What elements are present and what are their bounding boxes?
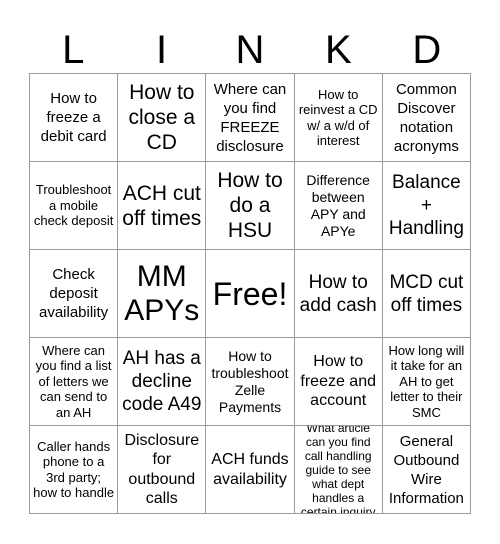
cell-text: MM APYs <box>124 259 200 327</box>
cell-text: Common Discover notation acronyms <box>393 80 459 155</box>
cell-text: AH has a decline code A49 <box>122 348 202 415</box>
bingo-cell[interactable]: How long will it take for an AH to get l… <box>382 338 471 426</box>
bingo-cell[interactable]: How to close a CD <box>118 74 207 162</box>
header-letter-n: N <box>235 28 265 72</box>
bingo-cell[interactable]: How to reinvest a CD w/ a w/d of interes… <box>294 74 383 162</box>
header-letter-l: L <box>62 28 85 72</box>
cell-text: Difference between APY and APYe <box>306 171 370 239</box>
cell-text: How to troubleshoot Zelle Payments <box>211 347 289 415</box>
bingo-cell[interactable]: How to troubleshoot Zelle Payments <box>206 338 295 426</box>
cell-text: What article can you find call handling … <box>300 426 376 514</box>
bingo-cell[interactable]: MM APYs <box>118 250 207 338</box>
cell-text: How to add cash <box>299 271 377 316</box>
bingo-board: How to freeze a debit card How to close … <box>29 73 471 514</box>
free-space-label: Free! <box>212 275 288 312</box>
bingo-cell[interactable]: Caller hands phone to a 3rd party; how t… <box>30 426 119 514</box>
cell-text: How long will it take for an AH to get l… <box>388 342 465 420</box>
bingo-cell[interactable]: Where can you find a list of letters we … <box>30 338 119 426</box>
header-letter-i: I <box>156 28 168 72</box>
cell-text: Disclosure for outbound calls <box>124 431 200 508</box>
cell-text: How to close a CD <box>128 81 196 154</box>
cell-text: How to freeze a debit card <box>40 90 107 145</box>
cell-text: Where can you find a list of letters we … <box>35 342 112 420</box>
bingo-cell[interactable]: MCD cut off times <box>382 250 471 338</box>
bingo-cell[interactable]: How to freeze a debit card <box>30 74 119 162</box>
cell-text: How to do a HSU <box>217 169 283 242</box>
cell-text: MCD cut off times <box>389 271 464 316</box>
bingo-cell[interactable]: General Outbound Wire Information <box>382 426 471 514</box>
bingo-cell[interactable]: ACH funds availability <box>206 426 295 514</box>
cell-text: How to reinvest a CD w/ a w/d of interes… <box>298 86 378 149</box>
cell-text: How to freeze and account <box>300 353 376 410</box>
bingo-cell[interactable]: AH has a decline code A49 <box>118 338 207 426</box>
cell-text: ACH funds availability <box>211 451 289 488</box>
bingo-cell[interactable]: ACH cut off times <box>118 162 207 250</box>
bingo-cell[interactable]: Difference between APY and APYe <box>294 162 383 250</box>
bingo-cell[interactable]: Troubleshoot a mobile check deposit <box>30 162 119 250</box>
cell-text: Where can you find FREEZE disclosure <box>213 80 287 155</box>
cell-text: Balance + Handling <box>388 172 464 239</box>
cell-text: Caller hands phone to a 3rd party; how t… <box>33 438 115 501</box>
bingo-cell[interactable]: What article can you find call handling … <box>294 426 383 514</box>
bingo-cell[interactable]: How to do a HSU <box>206 162 295 250</box>
free-space-cell[interactable]: Free! <box>206 250 295 338</box>
bingo-header: L I N K D <box>29 26 471 74</box>
bingo-cell[interactable]: How to add cash <box>294 250 383 338</box>
cell-text: Troubleshoot a mobile check deposit <box>33 182 114 229</box>
cell-text: ACH cut off times <box>122 181 202 230</box>
header-letter-k: K <box>325 28 352 72</box>
bingo-cell[interactable]: Balance + Handling <box>382 162 471 250</box>
bingo-cell[interactable]: Where can you find FREEZE disclosure <box>206 74 295 162</box>
bingo-cell[interactable]: Check deposit availability <box>30 250 119 338</box>
header-letter-d: D <box>412 28 442 72</box>
cell-text: General Outbound Wire Information <box>388 432 464 507</box>
bingo-cell[interactable]: Common Discover notation acronyms <box>382 74 471 162</box>
cell-text: Check deposit availability <box>38 266 109 321</box>
bingo-cell[interactable]: Disclosure for outbound calls <box>118 426 207 514</box>
bingo-cell[interactable]: How to freeze and account <box>294 338 383 426</box>
